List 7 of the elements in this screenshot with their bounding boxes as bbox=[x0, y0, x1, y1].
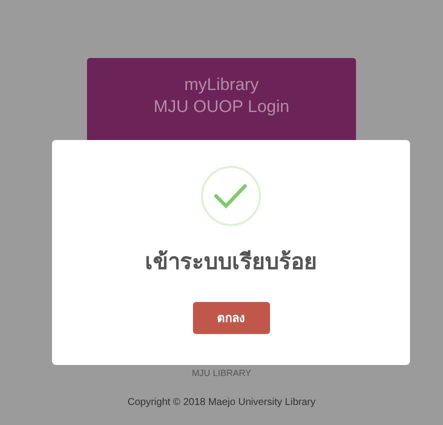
checkmark-icon bbox=[200, 165, 262, 227]
success-message: เข้าระบบเรียบร้อย bbox=[145, 248, 317, 276]
card-title: myLibrary bbox=[184, 74, 259, 96]
footer-name: MJU LIBRARY bbox=[192, 367, 252, 380]
copyright-text: Copyright © 2018 Maejo University Library bbox=[127, 396, 316, 410]
ok-button[interactable]: ตกลง bbox=[192, 302, 270, 334]
card-subtitle: MJU OUOP Login bbox=[154, 96, 290, 118]
